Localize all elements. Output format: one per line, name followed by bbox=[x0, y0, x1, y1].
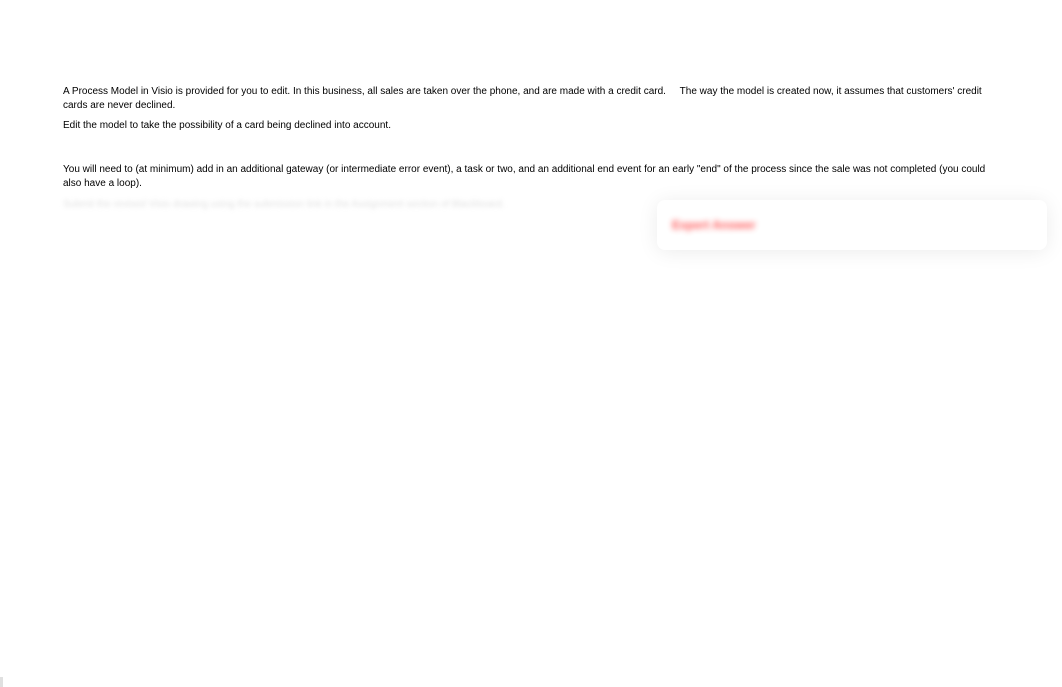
text-part-1: A Process Model in Visio is provided for… bbox=[63, 86, 290, 97]
paragraph-1: A Process Model in Visio is provided for… bbox=[63, 85, 999, 133]
paragraph-2: You will need to (at minimum) add in an … bbox=[63, 163, 999, 191]
callout-label: Expert Answer bbox=[672, 218, 756, 232]
answer-callout: Expert Answer bbox=[657, 200, 1047, 250]
text-part-2: In this business, all sales are taken ov… bbox=[293, 86, 666, 97]
page-edge-indicator bbox=[0, 677, 3, 687]
paragraph-1-line-2: Edit the model to take the possibility o… bbox=[63, 119, 999, 133]
question-content: A Process Model in Visio is provided for… bbox=[0, 0, 1062, 210]
paragraph-1-line-1: A Process Model in Visio is provided for… bbox=[63, 85, 999, 113]
